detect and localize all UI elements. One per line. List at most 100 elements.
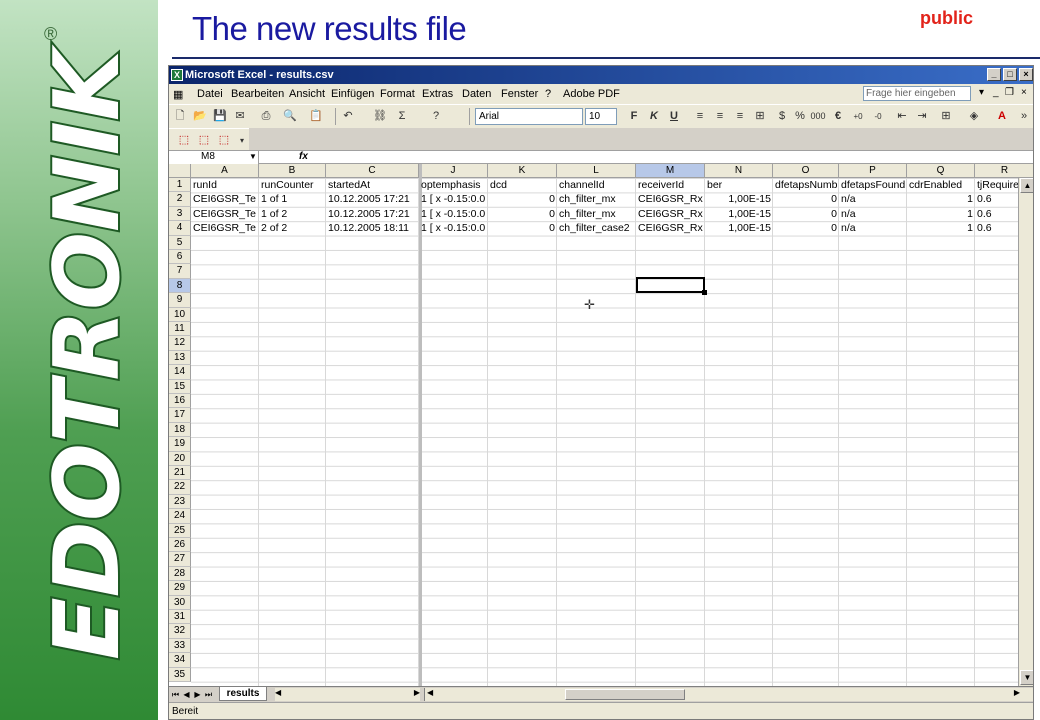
menu-help[interactable]: ?	[545, 88, 551, 100]
merge-center-icon[interactable]: ⊞	[751, 108, 769, 125]
pdf-review-icon[interactable]: ⬚	[215, 132, 233, 149]
align-left-icon[interactable]: ≡	[691, 108, 709, 125]
autosum-icon[interactable]: Σ	[393, 108, 411, 125]
row-header-5[interactable]: 5	[169, 235, 191, 250]
header-cell[interactable]: channelId	[557, 178, 636, 192]
row-header-11[interactable]: 11	[169, 322, 191, 337]
column-header-p[interactable]: P	[839, 164, 907, 178]
underline-button[interactable]: U	[665, 108, 683, 125]
row-header-13[interactable]: 13	[169, 350, 191, 366]
next-sheet-icon[interactable]: ▶	[193, 689, 202, 700]
data-cell[interactable]: n/a	[839, 221, 907, 235]
doc-close-button[interactable]: ×	[1021, 87, 1027, 98]
data-cell[interactable]: 0	[488, 221, 557, 235]
maximize-button[interactable]: □	[1003, 68, 1017, 81]
data-cell[interactable]: n/a	[839, 192, 907, 206]
column-header-o[interactable]: O	[773, 164, 839, 178]
row-header-7[interactable]: 7	[169, 264, 191, 279]
scroll-right-icon[interactable]: ▶	[1014, 688, 1020, 697]
column-header-l[interactable]: L	[557, 164, 636, 178]
row-header-6[interactable]: 6	[169, 250, 191, 265]
currency-format-icon[interactable]: $	[773, 108, 791, 125]
select-all-corner[interactable]	[169, 164, 191, 178]
hscroll-thumb[interactable]	[565, 689, 685, 700]
vertical-scrollbar[interactable]: ▲ ▼	[1018, 178, 1033, 686]
align-right-icon[interactable]: ≡	[731, 108, 749, 125]
data-cell[interactable]: 0	[773, 221, 839, 235]
menu-format[interactable]: Format	[380, 88, 415, 100]
right-pane-hscroll[interactable]: ◀ ▶	[424, 688, 1033, 701]
row-header-10[interactable]: 10	[169, 307, 191, 322]
minimize-button[interactable]: _	[987, 68, 1001, 81]
row-header-1[interactable]: 1	[169, 178, 191, 193]
print-icon[interactable]: ⎙	[257, 108, 275, 125]
paste-icon[interactable]: 📋	[307, 108, 325, 125]
data-cell[interactable]: 10.12.2005 18:11	[326, 221, 419, 235]
row-header-3[interactable]: 3	[169, 206, 191, 222]
row-header-16[interactable]: 16	[169, 394, 191, 409]
row-header-18[interactable]: 18	[169, 422, 191, 438]
data-cell[interactable]: CEI6GSR_Rx	[636, 221, 705, 235]
spreadsheet-grid[interactable]: ABCJKLMNOPQR 1 2 3 4 5 6 7 8 9 10 11 12 13 14 15 16 17 18…	[169, 164, 1033, 686]
data-cell[interactable]: ch_filter_mx	[557, 207, 636, 221]
print-preview-icon[interactable]: 🔍	[281, 108, 299, 125]
doc-minimize-button[interactable]: _	[993, 87, 999, 98]
data-cell[interactable]: 1	[907, 207, 975, 221]
menu-fenster[interactable]: Fenster	[501, 88, 538, 100]
column-header-k[interactable]: K	[488, 164, 557, 178]
scroll-left-icon[interactable]: ◀	[427, 688, 433, 697]
row-header-17[interactable]: 17	[169, 408, 191, 423]
header-cell[interactable]: cdrEnabled	[907, 178, 975, 192]
data-cell[interactable]: 1,00E-15	[705, 221, 773, 235]
data-cell[interactable]: 1,00E-15	[705, 192, 773, 206]
header-cell[interactable]: ber	[705, 178, 773, 192]
column-header-j[interactable]: J	[419, 164, 488, 178]
row-header-9[interactable]: 9	[169, 293, 191, 308]
menu-bearbeiten[interactable]: Bearbeiten	[231, 88, 284, 100]
prev-sheet-icon[interactable]: ◀	[182, 689, 191, 700]
row-header-26[interactable]: 26	[169, 538, 191, 553]
row-header-2[interactable]: 2	[169, 192, 191, 207]
align-center-icon[interactable]: ≡	[711, 108, 729, 125]
scroll-left-icon[interactable]: ◀	[275, 688, 281, 697]
row-header-4[interactable]: 4	[169, 221, 191, 236]
fill-color-icon[interactable]: ◈	[965, 108, 983, 125]
data-cell[interactable]: 0	[773, 192, 839, 206]
column-header-n[interactable]: N	[705, 164, 773, 178]
scroll-up-icon[interactable]: ▲	[1020, 178, 1033, 193]
header-cell[interactable]: runCounter	[259, 178, 326, 192]
data-cell[interactable]: 0	[488, 207, 557, 221]
percent-button[interactable]: %	[791, 108, 809, 125]
insert-function-icon[interactable]: fx	[299, 151, 308, 163]
menu-einfuegen[interactable]: Einfügen	[331, 88, 374, 100]
excel-icon[interactable]: X	[171, 69, 183, 81]
data-cell[interactable]: 1 [ x -0.15:0.0	[419, 221, 488, 235]
row-header-28[interactable]: 28	[169, 566, 191, 582]
undo-icon[interactable]: ↶	[339, 108, 357, 125]
scroll-down-icon[interactable]: ▼	[1020, 670, 1033, 685]
data-cell[interactable]: ch_filter_mx	[557, 192, 636, 206]
menu-datei[interactable]: Datei	[197, 88, 223, 100]
permission-icon[interactable]: ✉	[231, 108, 249, 125]
row-header-15[interactable]: 15	[169, 379, 191, 394]
sheet-tab-results[interactable]: results	[219, 687, 267, 701]
pdf-email-icon[interactable]: ⬚	[195, 132, 213, 149]
data-cell[interactable]: CEI6GSR_Te	[191, 221, 259, 235]
header-cell[interactable]: dfetapsFound	[839, 178, 907, 192]
decrease-decimal-icon[interactable]: -0	[869, 108, 887, 125]
data-cell[interactable]: CEI6GSR_Rx	[636, 192, 705, 206]
data-cell[interactable]: 1 [ x -0.15:0.0	[419, 207, 488, 221]
column-header-c[interactable]: C	[326, 164, 419, 178]
menu-adobe-pdf[interactable]: Adobe PDF	[563, 88, 620, 100]
pdf-convert-icon[interactable]: ⬚	[175, 132, 193, 149]
data-cell[interactable]: 0	[488, 192, 557, 206]
insert-hyperlink-icon[interactable]: ⛓	[371, 108, 389, 125]
header-cell[interactable]: runId	[191, 178, 259, 192]
column-header-m[interactable]: M	[636, 164, 705, 178]
data-cell[interactable]: 1	[907, 192, 975, 206]
help-search-input[interactable]: Frage hier eingeben	[863, 86, 971, 101]
row-header-30[interactable]: 30	[169, 595, 191, 610]
row-header-20[interactable]: 20	[169, 451, 191, 466]
row-header-19[interactable]: 19	[169, 437, 191, 452]
header-cell[interactable]: startedAt	[326, 178, 419, 192]
